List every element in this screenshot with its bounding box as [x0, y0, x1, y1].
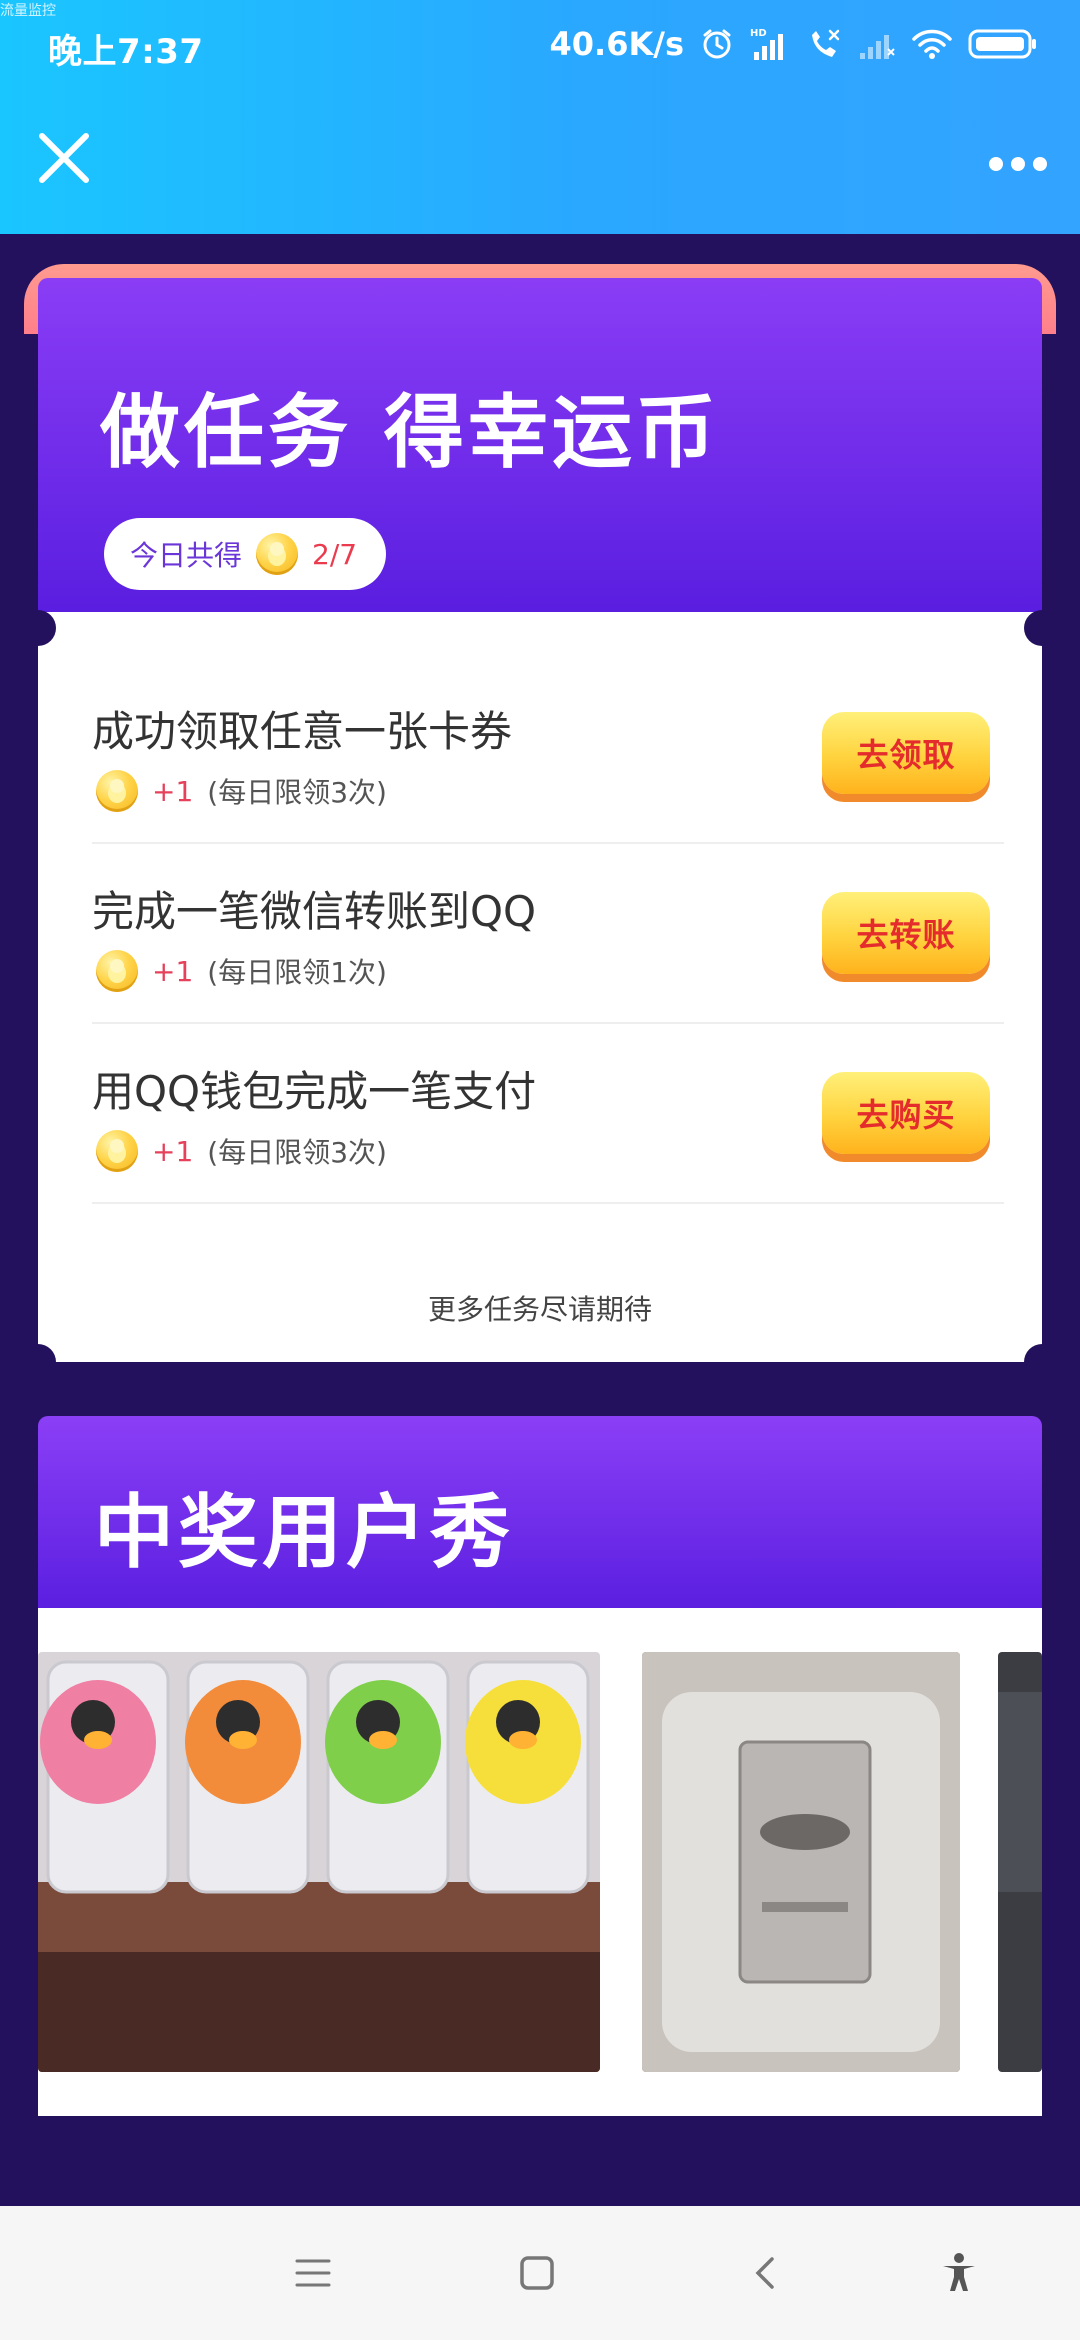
task-limit: (每日限领1次) [207, 956, 387, 989]
task-limit: (每日限领3次) [207, 776, 387, 809]
ticket-notch-right [1024, 610, 1060, 646]
task-row-claim-coupon: 成功领取任意一张卡券 +1 (每日限领3次) 去领取 [92, 664, 1004, 844]
task-name: 成功领取任意一张卡券 [92, 707, 513, 756]
accessibility-icon [943, 2253, 975, 2291]
task-card-title: 做任务 得幸运币 [100, 386, 720, 479]
status-top-label: 流量监控 [0, 3, 56, 19]
accessibility-button[interactable] [924, 2238, 994, 2308]
task-reward: +1 [152, 954, 194, 988]
task-name: 用QQ钱包完成一笔支付 [92, 1067, 537, 1116]
alarm-icon [700, 27, 734, 61]
task-list: 成功领取任意一张卡券 +1 (每日限领3次) 去领取 完成一笔微信转账到QQ +… [38, 612, 1042, 1362]
call-muted-icon [806, 27, 842, 61]
menu-icon [295, 2259, 331, 2287]
task-reward-info: +1 (每日限领1次) [96, 948, 387, 994]
buy-button[interactable]: 去购买 [822, 1072, 990, 1154]
net-speed: 40.6K/s [549, 25, 684, 63]
svg-text:HD: HD [750, 28, 767, 39]
task-card: 做任务 得幸运币 今日共得 2/7 成功领取任意一张卡券 +1 (每日限领3次)… [20, 264, 1060, 1386]
winner-photos [38, 1608, 1042, 2116]
today-earned-label: 今日共得 [130, 539, 243, 572]
back-icon [755, 2257, 774, 2289]
winner-card-title: 中奖用户秀 [94, 1486, 514, 1579]
menu-button[interactable] [278, 2238, 348, 2308]
task-reward-info: +1 (每日限领3次) [96, 768, 387, 814]
transfer-button[interactable]: 去转账 [822, 892, 990, 974]
top-bar: 流量监控 晚上7:37 40.6K/s HD [0, 0, 1080, 234]
close-button[interactable] [36, 130, 92, 186]
task-name: 完成一笔微信转账到QQ [92, 887, 537, 936]
ticket-notch-left [20, 610, 56, 646]
task-reward-info: +1 (每日限领3次) [96, 1128, 387, 1174]
winner-card-header: 中奖用户秀 [38, 1416, 1042, 1608]
close-icon [39, 133, 89, 183]
winner-photo-package[interactable] [642, 1652, 960, 2072]
winner-showcase-card: 中奖用户秀 [38, 1416, 1042, 2116]
task-card-header: 做任务 得幸运币 今日共得 2/7 [38, 278, 1042, 612]
winner-photo-partial[interactable] [998, 1652, 1042, 2072]
status-time: 晚上7:37 [48, 32, 204, 72]
coin-icon [96, 950, 138, 992]
home-button[interactable] [502, 2238, 572, 2308]
wifi-icon [912, 27, 952, 61]
coin-icon [256, 533, 299, 575]
task-reward: +1 [152, 774, 194, 808]
task-row-wechat-transfer: 完成一笔微信转账到QQ +1 (每日限领1次) 去转账 [92, 844, 1004, 1024]
ticket-notch-right-bottom [1024, 1344, 1060, 1380]
main-content: 做任务 得幸运币 今日共得 2/7 成功领取任意一张卡券 +1 (每日限领3次)… [0, 234, 1080, 2206]
hd-signal-icon: HD [750, 26, 790, 62]
coin-icon [96, 1130, 138, 1172]
task-limit: (每日限领3次) [207, 1136, 387, 1169]
task-row-qq-wallet-pay: 用QQ钱包完成一笔支付 +1 (每日限领3次) 去购买 [92, 1024, 1004, 1204]
today-earned-count: 2/7 [312, 537, 358, 571]
today-earned-badge: 今日共得 2/7 [104, 518, 386, 590]
status-icons: 40.6K/s HD [550, 22, 1038, 66]
home-icon [520, 2256, 554, 2290]
ticket-notch-left-bottom [20, 1344, 56, 1380]
coin-icon [96, 770, 138, 812]
signal-bars-icon [858, 27, 896, 61]
more-tasks-note: 更多任务尽请期待 [427, 1293, 652, 1326]
system-nav-bar [0, 2206, 1080, 2340]
back-button[interactable] [730, 2238, 800, 2308]
winner-photo-toys[interactable] [38, 1652, 600, 2072]
more-options-icon [989, 157, 1003, 171]
task-reward: +1 [152, 1134, 194, 1168]
claim-coupon-button[interactable]: 去领取 [822, 712, 990, 794]
battery-icon [968, 28, 1038, 60]
more-options-button[interactable] [982, 136, 1054, 192]
